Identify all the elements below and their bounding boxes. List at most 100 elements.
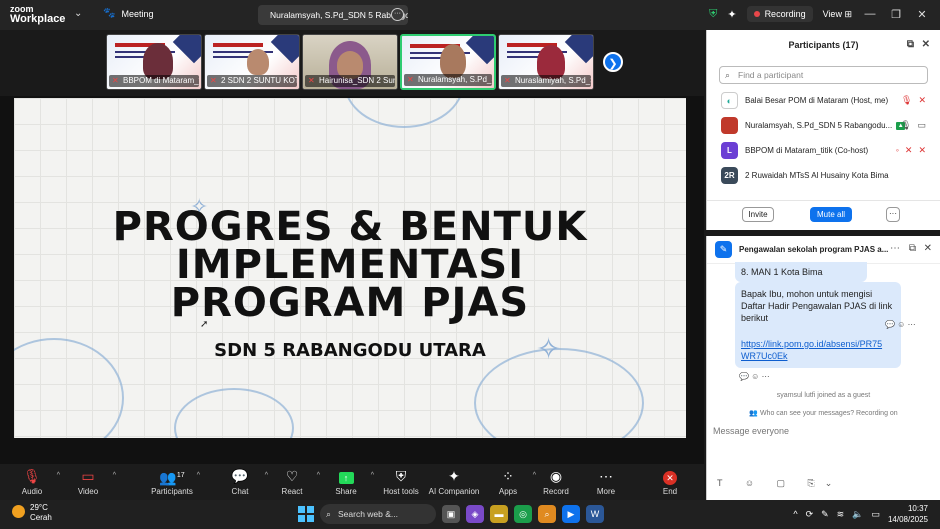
participants-header: Participants (17) ⧉ ✕ (707, 30, 940, 60)
participants-more-button[interactable]: ··· (886, 207, 900, 222)
popout-icon[interactable]: ⧉ (909, 243, 916, 254)
taskbar-search[interactable]: ⌕ Search web &... (320, 504, 436, 524)
more-icon[interactable]: ··· (391, 8, 404, 21)
attendance-link[interactable]: https://link.pom.go.id/absensi/PR75 WR7Uc… (741, 339, 882, 361)
tile-name-label: ✕Nuraslamiyah, S.Pd_SDN... (501, 75, 591, 87)
sparkle-icon[interactable]: ✦ (727, 8, 736, 21)
time: 10:37 (907, 504, 928, 513)
chat-formatting-tools[interactable]: T ☺ ▢ ⎘⌄ (717, 478, 842, 489)
chat-button[interactable]: 💬 Chat ^ (210, 468, 270, 496)
avatar: L (721, 142, 738, 159)
sharing-tab[interactable]: Nuralamsyah, S.Pd_SDN 5 Rabangodu ··· (258, 5, 408, 25)
mic-muted-icon: ✕ (407, 75, 414, 84)
participants-button[interactable]: 👥17 Participants ^ (142, 468, 202, 496)
decorative-scribble (174, 388, 294, 438)
meeting-toolbar: 🎙 Audio ^ ▭ Video ^ 👥17 Participants ^ 💬 Chat ^ … (0, 464, 704, 500)
decorative-scribble (344, 98, 464, 128)
reply-react-icons[interactable]: 💬 ☺ ⋯ (739, 372, 770, 381)
audio-button[interactable]: 🎙 Audio ^ (2, 468, 62, 496)
participant-row[interactable]: Nuralamsyah, S.Pd_SDN 5 Rabangodu... ▲ 🎙▭ (707, 113, 940, 138)
recording-indicator[interactable]: Recording (746, 6, 813, 22)
video-tile[interactable]: ✕2 SDN 2 SUNTU KOTA... (204, 34, 300, 90)
more-button[interactable]: ⋯ More (576, 468, 636, 496)
video-tile[interactable]: ✕Nuraslamiyah, S.Pd_SDN... (498, 34, 594, 90)
mic-muted-icon: ✕ (308, 76, 315, 85)
sun-icon (12, 505, 25, 518)
mic-video-muted-icons: ◦✕✕ (895, 145, 932, 155)
recording-label: Recording (764, 9, 806, 19)
minimize-icon[interactable]: — (862, 8, 878, 20)
close-icon[interactable]: ✕ (922, 30, 930, 60)
task-view-icon[interactable]: ▣ (442, 505, 460, 523)
share-button[interactable]: ↑ Share ^ (316, 468, 376, 496)
weather-widget[interactable]: 29°C Cerah (12, 503, 52, 523)
mic-muted-icon: ✕ (112, 76, 119, 85)
mute-all-button[interactable]: Mute all (810, 207, 852, 222)
participant-row[interactable]: ◐ Balai Besar POM di Mataram (Host, me) … (707, 88, 940, 113)
record-dot-icon (753, 11, 760, 17)
chevron-up-icon[interactable]: ^ (197, 472, 200, 479)
slide-subtitle: SDN 5 RABANGODU UTARA (214, 340, 486, 361)
participants-icon: 👥17 (159, 469, 185, 486)
chat-message-input[interactable]: Message everyone (713, 426, 789, 436)
shield-icon[interactable]: ⛨ (709, 8, 717, 21)
popout-icon[interactable]: ⧉ (907, 30, 914, 60)
meeting-menu[interactable]: 🐾 Meeting (103, 8, 153, 19)
battery-icon[interactable]: ▭ (871, 509, 880, 520)
invite-button[interactable]: Invite (742, 207, 774, 222)
visibility-note[interactable]: 👥 Who can see your messages? Recording o… (707, 409, 940, 417)
ai-companion-button[interactable]: ✦ AI Companion (424, 468, 484, 496)
close-icon[interactable]: ✕ (914, 8, 930, 21)
chevron-up-icon[interactable]: ^ (793, 509, 797, 519)
next-page-arrow-icon[interactable]: ❯ (603, 52, 623, 72)
more-icon[interactable]: ⋯ (890, 243, 900, 254)
wifi-icon[interactable]: ≋ (837, 509, 845, 520)
speaker-icon[interactable]: 🔈 (852, 509, 863, 520)
view-button[interactable]: View ⊞ (823, 9, 852, 20)
reply-react-icons[interactable]: 💬 ☺ ⋯ (885, 320, 916, 329)
chat-message-text: berikut (741, 313, 769, 323)
system-tray: ^ ⟳ ✎ ≋ 🔈 ▭ 10:37 14/08/2025 (793, 503, 928, 525)
windows-start-icon[interactable] (298, 506, 314, 522)
zoom-workplace-logo[interactable]: zoom Workplace (10, 4, 65, 25)
chat-title[interactable]: Pengawalan sekolah program PJAS a... (739, 245, 888, 254)
slide-title-line-2: IMPLEMENTASI (175, 242, 525, 288)
zoom-window: zoom Workplace ⌄ 🐾 Meeting Nuralamsyah, … (0, 0, 940, 529)
video-button[interactable]: ▭ Video ^ (58, 468, 118, 496)
host-tools-button[interactable]: ⛨ Host tools (371, 468, 431, 496)
video-tile[interactable]: ✕BBPOM di Mataram_titik (106, 34, 202, 90)
copilot-icon[interactable]: ◈ (466, 505, 484, 523)
mic-video-icons: 🎙▭ (900, 120, 932, 130)
chrome-icon[interactable]: ◎ (514, 505, 532, 523)
search-icon: ⌕ (725, 70, 731, 80)
close-icon[interactable]: ✕ (924, 243, 932, 254)
clock[interactable]: 10:37 14/08/2025 (888, 503, 928, 525)
pen-icon[interactable]: ✎ (821, 509, 829, 520)
participants-title: Participants (17) (788, 40, 859, 50)
title-bar: zoom Workplace ⌄ 🐾 Meeting Nuralamsyah, … (0, 0, 940, 30)
participant-row[interactable]: L BBPOM di Mataram_titik (Co-host) ◦✕✕ (707, 138, 940, 163)
chevron-up-icon[interactable]: ^ (113, 472, 116, 479)
chat-header: ✎ Pengawalan sekolah program PJAS a... ⋯… (707, 236, 940, 264)
sync-icon[interactable]: ⟳ (806, 509, 814, 520)
video-tile[interactable]: ✕Hairunisa_SDN 2 Suntu (302, 34, 398, 90)
system-message: syamsul lutfi joined as a guest (776, 392, 871, 399)
participant-search-input[interactable]: ⌕ Find a participant (719, 66, 928, 84)
video-tile-active-speaker[interactable]: ✕Nuralamsyah, S.Pd_SDN 5... (400, 34, 496, 90)
mouse-cursor-icon: ➚ (200, 319, 209, 330)
file-explorer-icon[interactable]: ▬ (490, 505, 508, 523)
tile-name-label: ✕BBPOM di Mataram_titik (109, 75, 199, 87)
mic-muted-icon: ✕ (504, 76, 511, 85)
word-icon[interactable]: W (586, 505, 604, 523)
participant-name: Nuralamsyah, S.Pd_SDN 5 Rabangodu... (745, 121, 893, 130)
heart-icon: ♡ (285, 468, 299, 484)
chevron-down-icon[interactable]: ⌄ (74, 8, 82, 19)
participants-footer: Invite Mute all ··· (707, 200, 940, 230)
participant-row[interactable]: 2R 2 Ruwaidah MTsS Al Husainy Kota Bima (707, 163, 940, 188)
zoom-app-icon[interactable]: ▶ (562, 505, 580, 523)
end-meeting-button[interactable]: ✕ End (640, 468, 700, 496)
react-button[interactable]: ♡ React ^ (262, 468, 322, 496)
search-app-icon[interactable]: ⌕ (538, 505, 556, 523)
restore-icon[interactable]: ❐ (888, 8, 904, 21)
chat-message: 8. MAN 1 Kota Bima (735, 262, 867, 282)
